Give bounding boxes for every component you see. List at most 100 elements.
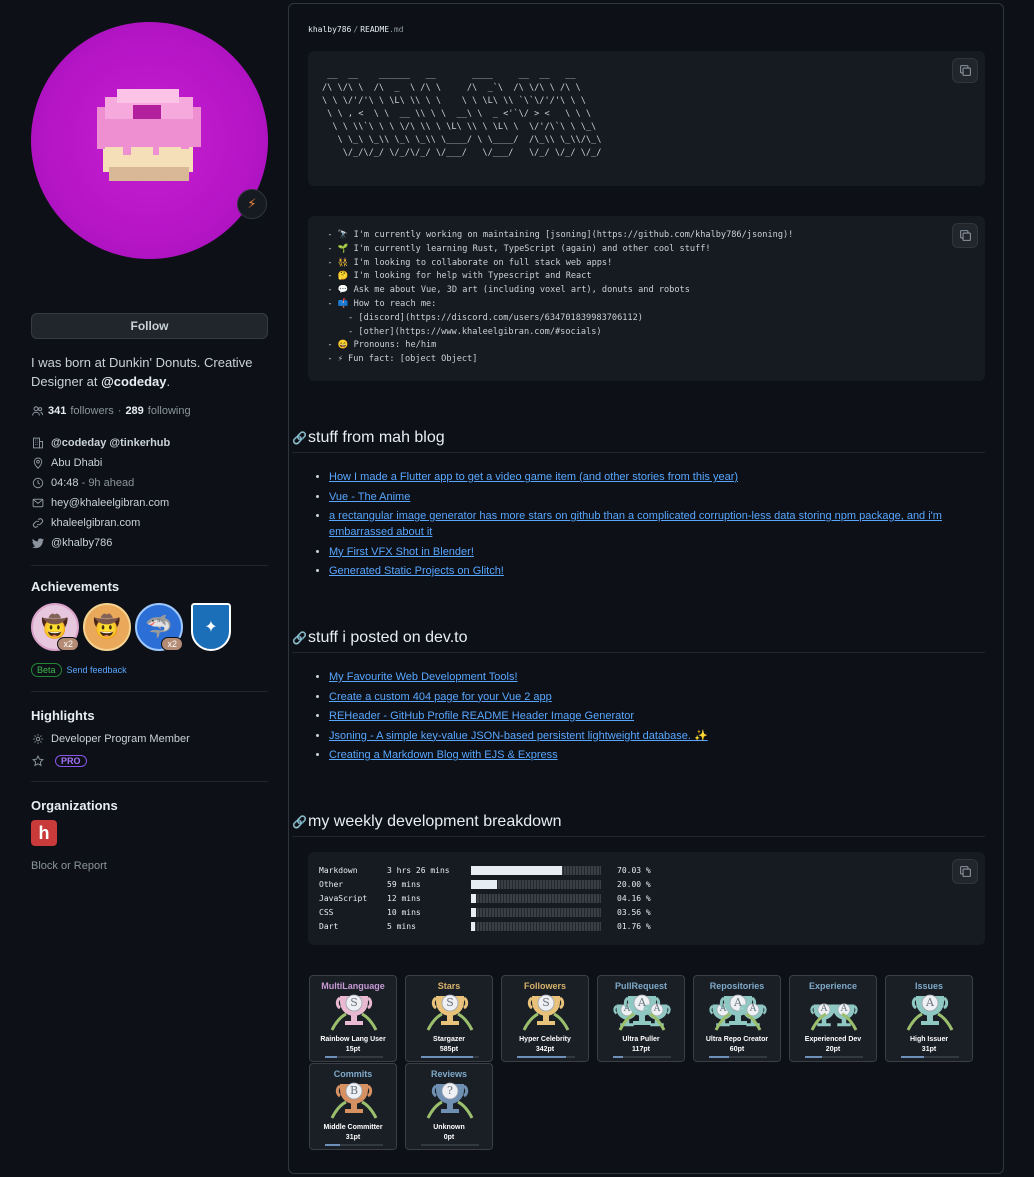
achievement-badge[interactable]: 🤠 xyxy=(83,603,131,651)
location-text: Abu Dhabi xyxy=(51,457,103,469)
blog-post-link[interactable]: My First VFX Shot in Blender! xyxy=(329,546,474,558)
copy-button[interactable] xyxy=(952,58,978,83)
blog-post-link[interactable]: Vue - The Anime xyxy=(329,491,410,503)
anchor-link-icon[interactable]: 🔗 xyxy=(292,431,307,445)
language-name: Dart xyxy=(319,921,339,931)
achievement-badge[interactable]: ✦ xyxy=(191,603,231,651)
twitter-handle[interactable]: @khalby786 xyxy=(51,537,112,549)
trophy-card[interactable]: MultiLanguage S Rainbow Lang User 15pt xyxy=(309,975,397,1062)
lightning-icon: ⚡ xyxy=(247,196,257,211)
trophy-rank: A xyxy=(719,1004,727,1014)
following-count[interactable]: 289 xyxy=(125,405,143,417)
trophy-name: High Issuer xyxy=(909,1036,949,1043)
avatar[interactable]: ⚡ xyxy=(31,22,268,259)
copy-button[interactable] xyxy=(952,859,978,884)
readme-panel: khalby786/README.md __ __ ______ __ ____… xyxy=(288,3,1004,1174)
beta-row: Beta Send feedback xyxy=(31,663,269,677)
trophy-name: Ultra Puller xyxy=(622,1036,660,1043)
anchor-link-icon[interactable]: 🔗 xyxy=(292,631,307,645)
achievements-list: 🤠 x2 🤠 🦈 x2 ✦ xyxy=(31,603,269,651)
trophy-title: Commits xyxy=(333,1069,373,1079)
trophy-card[interactable]: Stars S Stargazer 585pt xyxy=(405,975,493,1062)
followers-count[interactable]: 341 xyxy=(48,405,66,417)
readme-user-link[interactable]: khalby786 xyxy=(308,25,351,34)
language-time: 59 mins xyxy=(387,880,421,890)
anchor-link-icon[interactable]: 🔗 xyxy=(292,815,307,829)
trophy-progress-fill xyxy=(709,1056,730,1058)
language-row: Dart 5 mins 01.76 % xyxy=(319,919,667,933)
trophy-title: Stars xyxy=(437,981,461,991)
trophy-name: Stargazer xyxy=(433,1036,465,1043)
location-pin-icon xyxy=(31,456,45,470)
devto-post-link[interactable]: Create a custom 404 page for your Vue 2 … xyxy=(329,691,552,703)
list-item: My First VFX Shot in Blender! xyxy=(329,544,963,560)
trophy-rank: S xyxy=(446,996,454,1009)
language-percent: 03.56 % xyxy=(617,907,651,917)
trophy-progress-fill xyxy=(325,1144,340,1146)
bio-org-link[interactable]: @codeday xyxy=(101,374,166,389)
trophy-name: Rainbow Lang User xyxy=(320,1036,386,1043)
trophy-card[interactable]: Commits B Middle Committer 31pt xyxy=(309,1063,397,1150)
dev-program-text[interactable]: Developer Program Member xyxy=(51,733,190,745)
devto-post-link[interactable]: Jsoning - A simple key-value JSON-based … xyxy=(329,730,708,742)
achievement-count: x2 xyxy=(161,637,183,651)
org-handles[interactable]: @codeday @tinkerhub xyxy=(51,437,170,449)
language-bar-fill xyxy=(471,866,563,876)
trophy-rank: A xyxy=(638,996,646,1009)
link-icon xyxy=(31,516,45,530)
twitter-icon xyxy=(31,536,45,550)
trophy-card[interactable]: Experience A A Experienced Dev 20pt xyxy=(789,975,877,1062)
trophy-progress-bar xyxy=(421,1144,479,1146)
devto-post-link[interactable]: Creating a Markdown Blog with EJS & Expr… xyxy=(329,749,558,761)
website-link[interactable]: khaleelgibran.com xyxy=(51,517,140,529)
breadcrumb-separator: / xyxy=(353,25,359,34)
language-bar-fill xyxy=(471,880,497,890)
trophy-card[interactable]: Repositories A A A Ultra Repo Creator 60pt xyxy=(693,975,781,1062)
achievements-title[interactable]: Achievements xyxy=(31,579,269,594)
copy-icon xyxy=(959,866,971,877)
trophy-card[interactable]: Reviews? Unknown 0pt xyxy=(405,1063,493,1150)
voxel-donut-image xyxy=(97,89,201,181)
followers-label[interactable]: followers xyxy=(70,405,113,417)
organization-avatar[interactable]: h xyxy=(31,820,57,846)
trophy-name: Ultra Repo Creator xyxy=(705,1036,769,1043)
blog-post-link[interactable]: How I made a Flutter app to get a video … xyxy=(329,471,738,483)
following-label[interactable]: following xyxy=(148,405,191,417)
follow-stats: 341 followers · 289 following xyxy=(31,405,269,417)
email-link[interactable]: hey@khaleelgibran.com xyxy=(51,497,169,509)
blog-post-link[interactable]: a rectangular image generator has more s… xyxy=(329,510,942,538)
language-row: Other 59 mins 20.00 % xyxy=(319,878,667,892)
status-emoji-button[interactable]: ⚡ xyxy=(237,189,267,219)
language-bar xyxy=(471,880,601,890)
achievement-badge[interactable]: 🤠 x2 xyxy=(31,603,79,651)
mail-icon xyxy=(31,496,45,510)
send-feedback-link[interactable]: Send feedback xyxy=(67,665,127,675)
readme-file-name[interactable]: README xyxy=(360,25,389,34)
trophy-progress-fill xyxy=(805,1056,823,1058)
profile-sidebar: ⚡ Follow I was born at Dunkin' Donuts. C… xyxy=(31,22,269,872)
trophy-progress-fill xyxy=(325,1056,337,1058)
trophy-title: Followers xyxy=(523,981,566,991)
trophy-card[interactable]: PullRequest A A A Ultra Puller 117pt xyxy=(597,975,685,1062)
list-item: Create a custom 404 page for your Vue 2 … xyxy=(329,689,963,705)
trophy-name: Unknown xyxy=(433,1124,465,1131)
profile-bio: I was born at Dunkin' Donuts. Creative D… xyxy=(31,353,269,391)
intro-code-block: - 🔭 I'm currently working on maintaining… xyxy=(308,216,985,381)
trophy-progress-bar xyxy=(613,1056,671,1058)
list-item: My Favourite Web Development Tools! xyxy=(329,669,963,685)
devto-post-link[interactable]: REHeader - GitHub Profile README Header … xyxy=(329,710,634,722)
copy-button[interactable] xyxy=(952,223,978,248)
trophy-title: Reviews xyxy=(430,1069,468,1079)
trophy-progress-bar xyxy=(325,1056,383,1058)
highlight-pro: PRO xyxy=(31,751,269,771)
trophy-rank: B xyxy=(349,1084,359,1097)
follow-button[interactable]: Follow xyxy=(31,313,268,339)
trophy-card[interactable]: Issues A High Issuer 31pt xyxy=(885,975,973,1062)
blog-post-link[interactable]: Generated Static Projects on Glitch! xyxy=(329,565,504,577)
trophy-progress-bar xyxy=(805,1056,863,1058)
devto-post-link[interactable]: My Favourite Web Development Tools! xyxy=(329,671,518,683)
achievement-badge[interactable]: 🦈 x2 xyxy=(135,603,183,651)
people-icon xyxy=(32,406,44,416)
trophy-card[interactable]: Followers S Hyper Celebrity 342pt xyxy=(501,975,589,1062)
block-or-report-link[interactable]: Block or Report xyxy=(31,860,269,872)
